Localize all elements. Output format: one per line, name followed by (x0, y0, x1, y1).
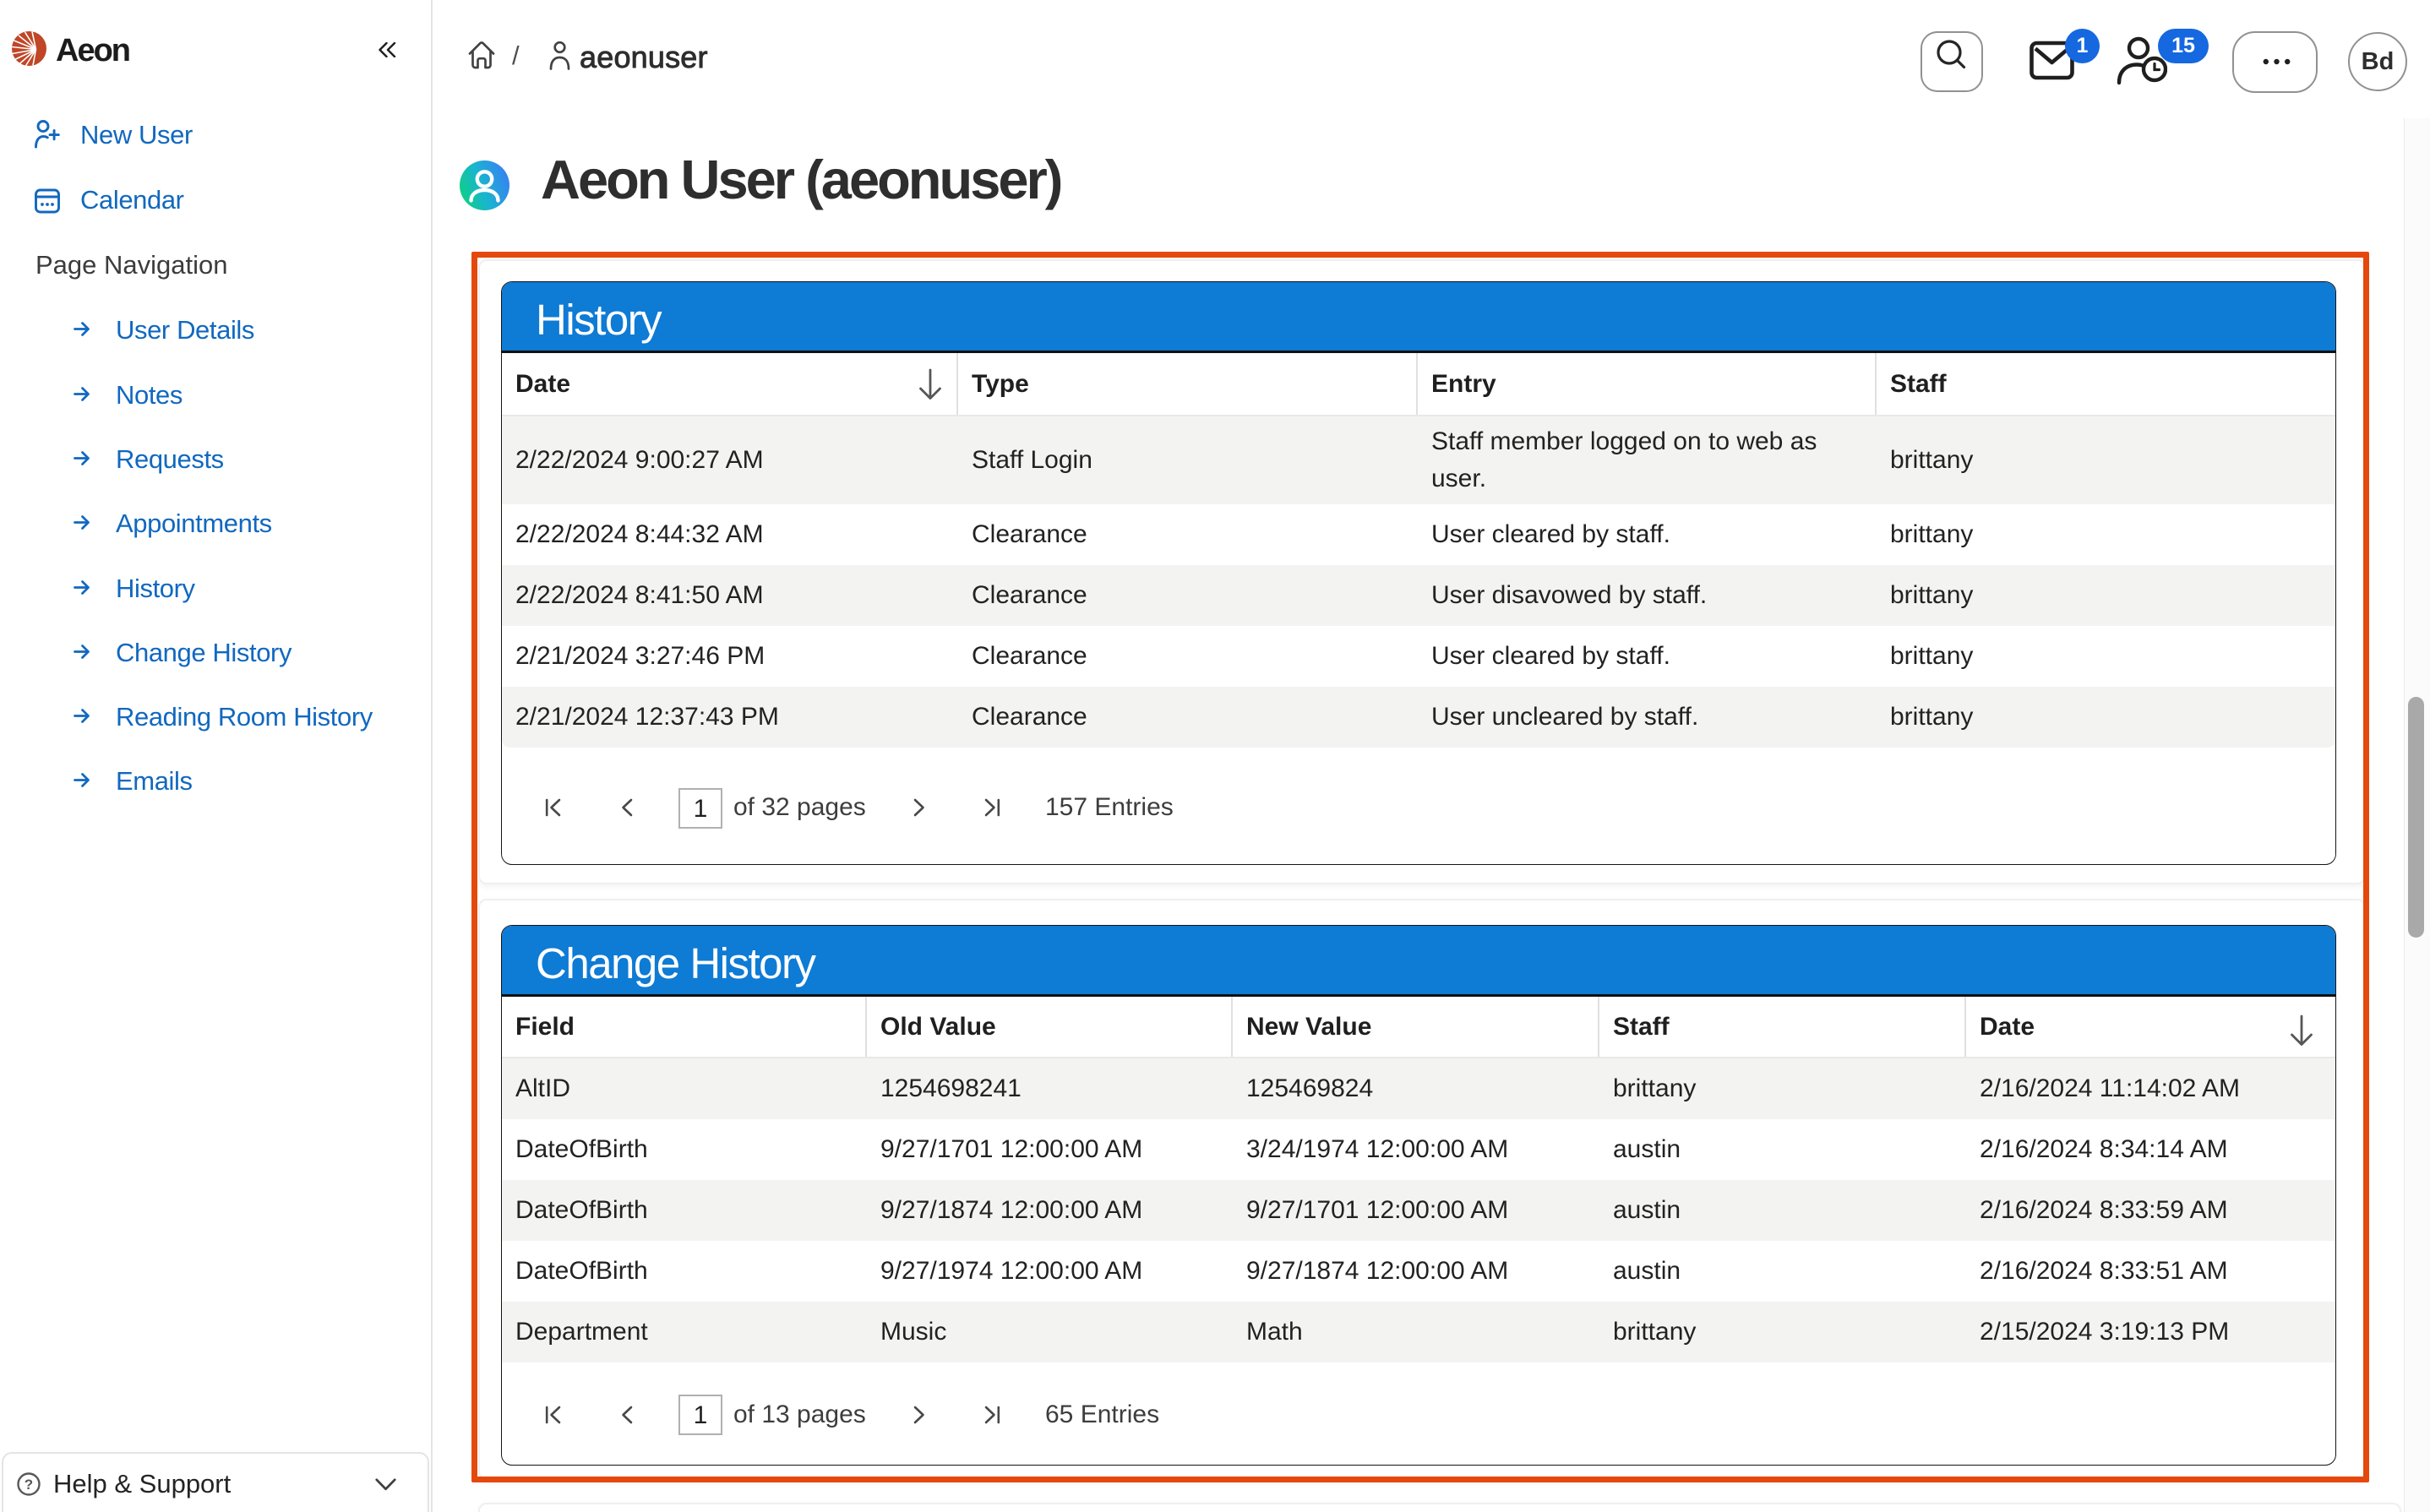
svg-text:?: ? (25, 1477, 33, 1493)
